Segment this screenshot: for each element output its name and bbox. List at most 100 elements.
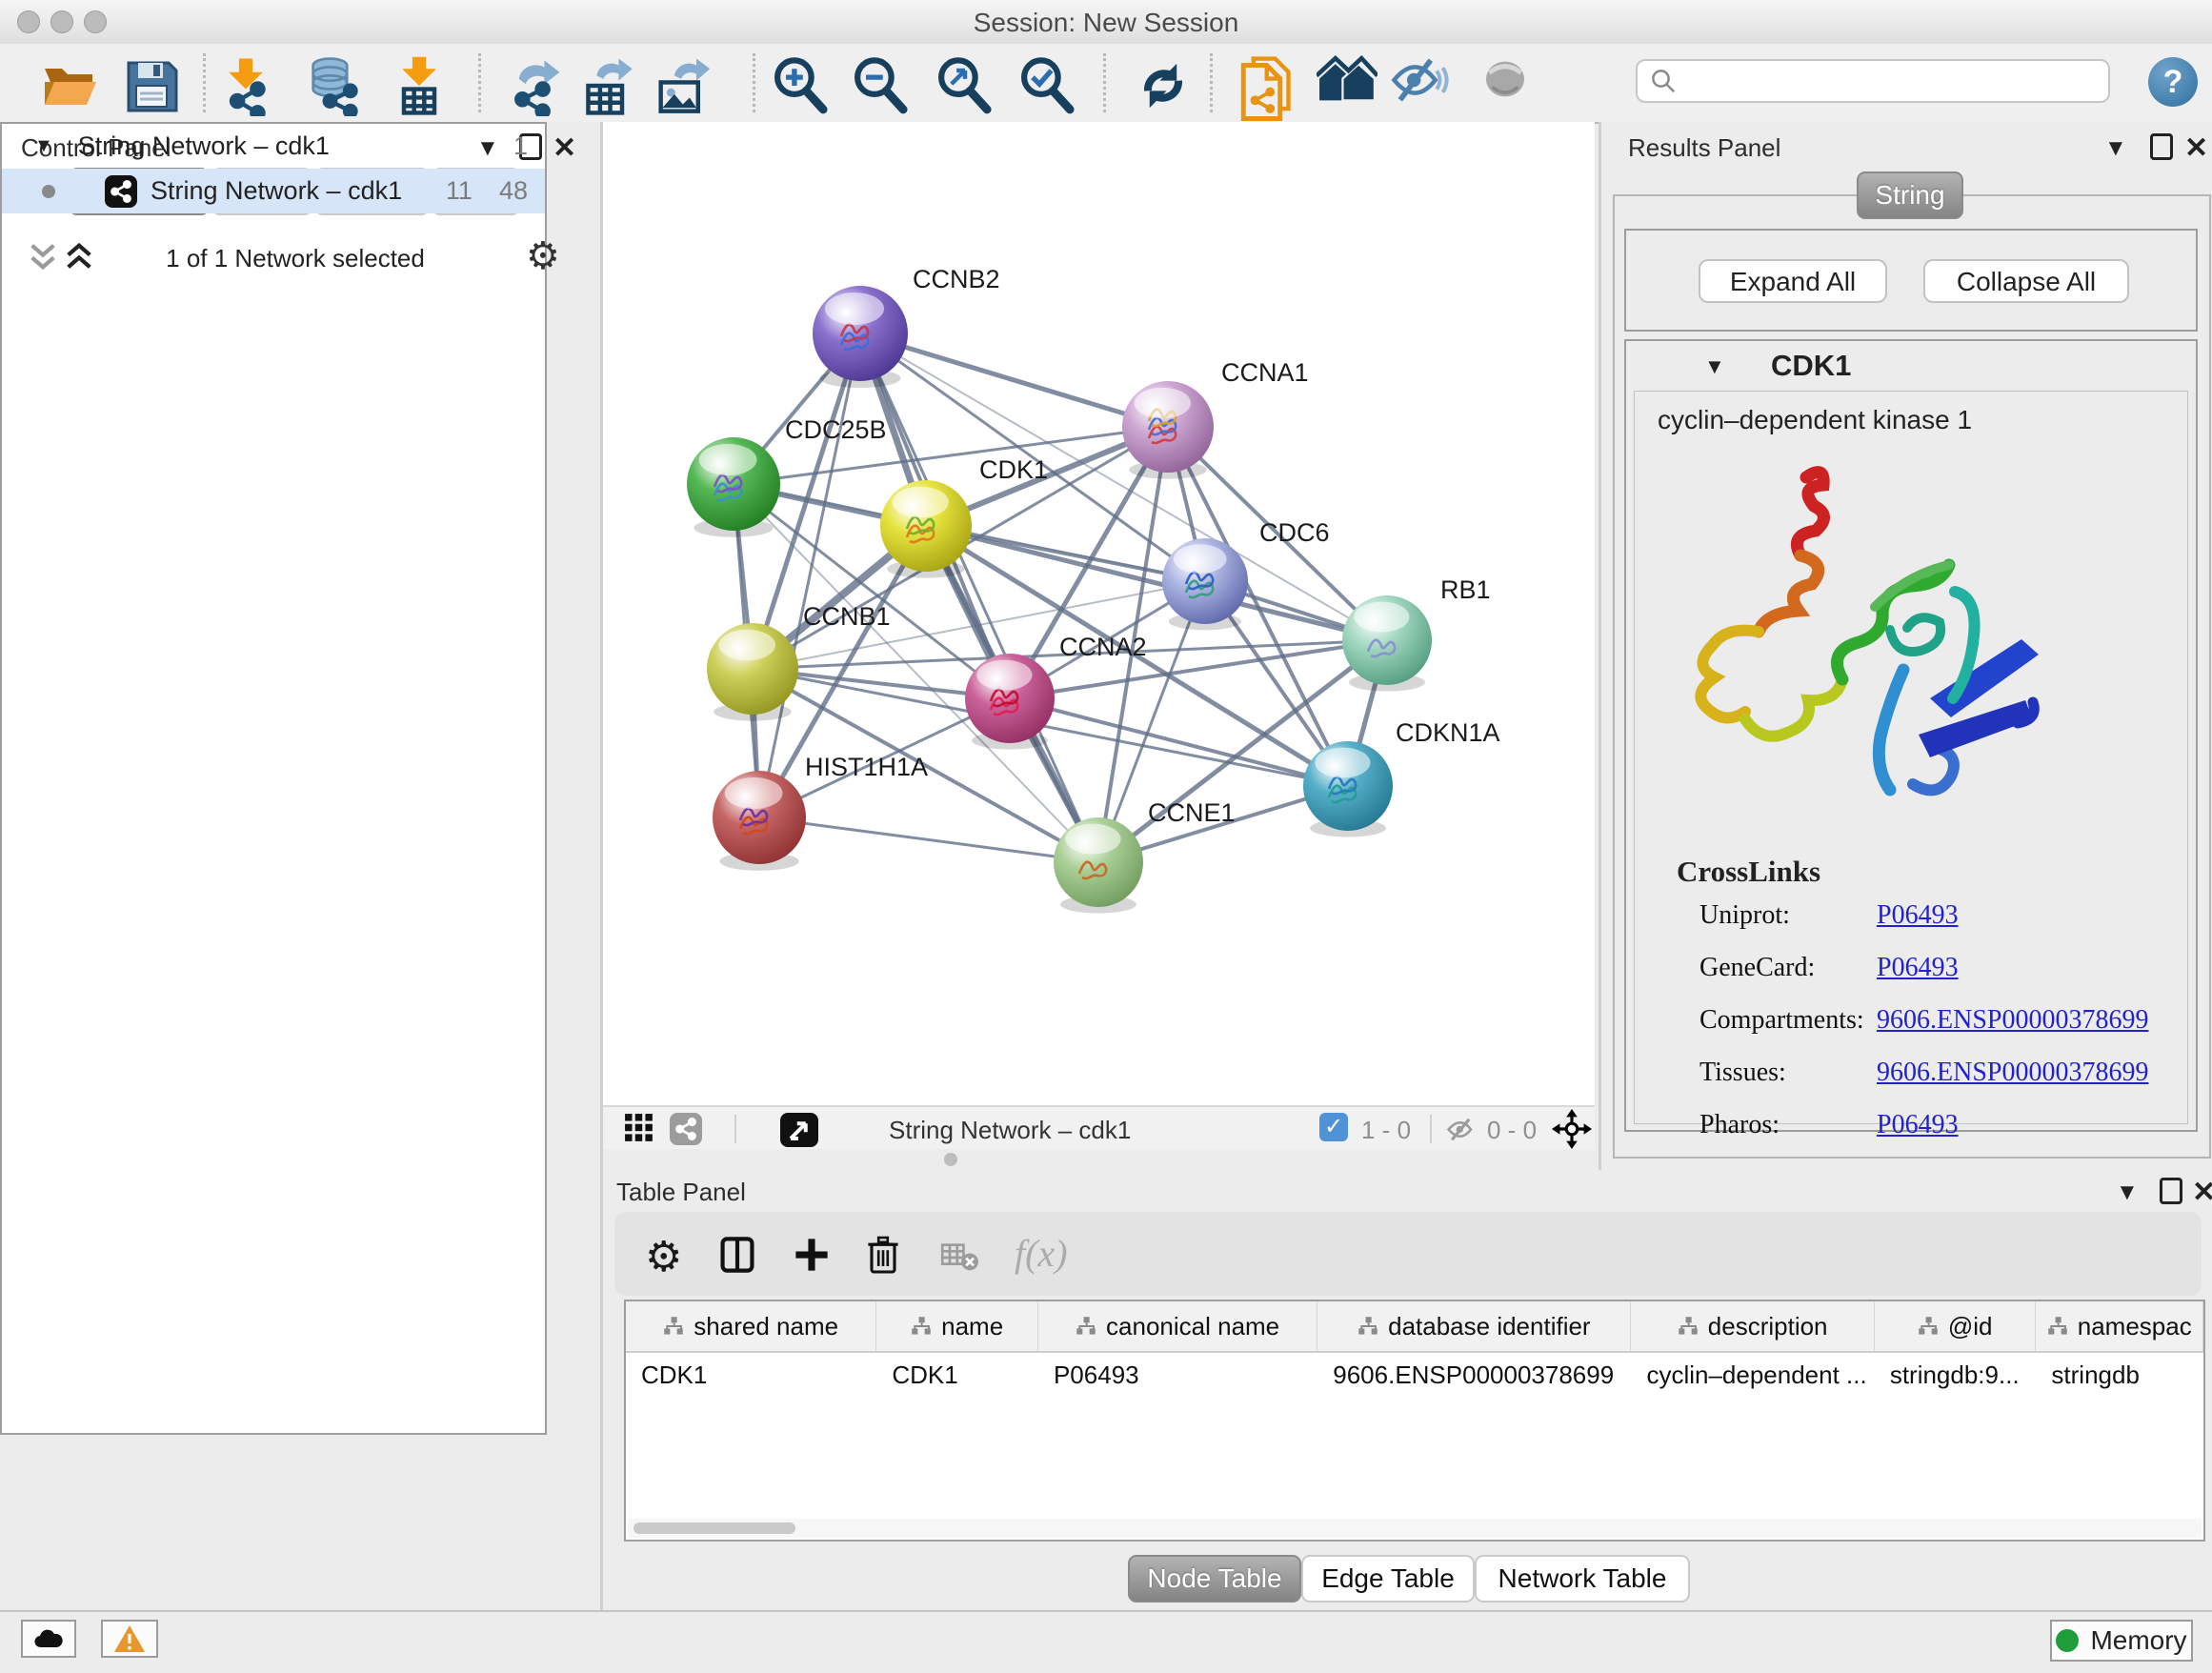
import-table-icon[interactable] <box>389 55 450 116</box>
collapse-section-icon[interactable]: ▼ <box>1704 354 1725 379</box>
memory-button[interactable]: Memory <box>2050 1620 2193 1662</box>
splitter-handle-icon[interactable] <box>944 1153 957 1166</box>
column-header-name[interactable]: name <box>876 1301 1038 1351</box>
show-columns-icon[interactable] <box>719 1237 755 1278</box>
export-table-icon[interactable] <box>576 55 637 116</box>
close-panel-icon[interactable]: ✕ <box>2184 131 2208 165</box>
string-network-graph[interactable]: CCNB2CCNA1CDC25BCDK1CDC6RB1CCNB1CCNA2CDK… <box>603 122 1595 1105</box>
crosslink-row: Compartments:9606.ENSP00000378699 <box>1699 1005 2176 1036</box>
float-panel-icon[interactable] <box>2160 1178 2182 1204</box>
table-cell[interactable]: stringdb <box>2036 1353 2203 1397</box>
create-column-plus-icon[interactable] <box>794 1237 830 1278</box>
toolbar-separator <box>753 53 755 112</box>
delete-table-icon[interactable] <box>940 1242 978 1278</box>
crosslink-link[interactable]: P06493 <box>1877 1110 1959 1140</box>
table-row[interactable]: CDK1CDK1P064939606.ENSP00000378699cyclin… <box>626 1353 2203 1397</box>
table-cell[interactable]: stringdb:9... <box>1875 1353 2037 1397</box>
open-session-icon[interactable] <box>39 55 100 116</box>
column-header-canonical-name[interactable]: canonical name <box>1038 1301 1317 1351</box>
table-cell[interactable]: 9606.ENSP00000378699 <box>1317 1353 1631 1397</box>
panel-menu-icon[interactable]: ▼ <box>2116 1179 2139 1206</box>
network-status-dot-icon <box>42 185 55 198</box>
tab-network-table[interactable]: Network Table <box>1475 1555 1690 1602</box>
toolbar-separator <box>1103 53 1106 112</box>
collapse-arrow-icon[interactable]: ▼ <box>34 135 53 157</box>
hidden-items-eye-icon[interactable] <box>1445 1117 1479 1147</box>
refresh-view-icon[interactable] <box>1133 55 1194 116</box>
window-title: Session: New Session <box>0 8 2212 38</box>
crosslink-link[interactable]: 9606.ENSP00000378699 <box>1877 1058 2148 1088</box>
show-all-icon[interactable] <box>1477 55 1538 116</box>
search-input[interactable] <box>1636 59 2110 103</box>
save-session-icon[interactable] <box>121 55 182 116</box>
node-label-CCNA2: CCNA2 <box>1059 633 1147 661</box>
table-settings-gear-icon[interactable]: ⚙ <box>645 1233 682 1281</box>
help-button[interactable]: ? <box>2148 57 2198 107</box>
collection-count: 1 <box>513 131 528 161</box>
column-header-namespac[interactable]: namespac <box>2036 1301 2203 1351</box>
column-header-description[interactable]: description <box>1631 1301 1874 1351</box>
selected-nodes-checkbox-icon[interactable]: ✓ <box>1319 1113 1348 1141</box>
toolbar-separator <box>478 53 481 112</box>
network-collection-row[interactable]: ▼ String Network – cdk1 1 <box>2 124 545 169</box>
table-cell[interactable]: cyclin–dependent ... <box>1631 1353 1874 1397</box>
horizontal-scrollbar[interactable] <box>628 1519 2202 1538</box>
delete-column-trash-icon[interactable] <box>866 1235 900 1280</box>
crosslinks-list: Uniprot:P06493GeneCard:P06493Compartment… <box>1699 900 2176 1162</box>
crosslink-link[interactable]: 9606.ENSP00000378699 <box>1877 1005 2148 1036</box>
table-cell[interactable]: CDK1 <box>626 1353 876 1397</box>
gene-description: cyclin–dependent kinase 1 <box>1658 405 1972 435</box>
float-panel-icon[interactable] <box>2150 133 2173 160</box>
export-image-icon[interactable] <box>651 55 712 116</box>
export-network-icon[interactable] <box>502 55 563 116</box>
expand-all-button[interactable]: Expand All <box>1699 259 1887 303</box>
change-species-icon[interactable] <box>1317 55 1377 116</box>
function-builder-icon[interactable]: f(x) <box>1015 1231 1068 1276</box>
collapse-all-button[interactable]: Collapse All <box>1923 259 2129 303</box>
network-view-canvas[interactable]: CCNB2CCNA1CDC25BCDK1CDC6RB1CCNB1CCNA2CDK… <box>603 122 1595 1105</box>
gear-icon[interactable]: ⚙ <box>526 234 560 278</box>
collapse-all-tree-icon[interactable] <box>63 240 95 277</box>
scrollbar-thumb[interactable] <box>633 1522 795 1534</box>
search-icon <box>1649 67 1678 95</box>
grid-view-icon[interactable] <box>624 1113 654 1148</box>
close-panel-icon[interactable]: ✕ <box>2192 1176 2212 1209</box>
birdseye-view-icon[interactable] <box>780 1113 818 1147</box>
network-label: String Network – cdk1 <box>151 176 402 206</box>
column-header-shared-name[interactable]: shared name <box>626 1301 876 1351</box>
zoom-selected-icon[interactable] <box>1017 55 1078 116</box>
table-cell[interactable]: P06493 <box>1038 1353 1317 1397</box>
node-table: shared namenamecanonical namedatabase id… <box>624 1300 2205 1542</box>
network-selection-status: 1 of 1 Network selected <box>124 244 467 273</box>
tab-edge-table[interactable]: Edge Table <box>1301 1555 1475 1602</box>
expand-all-tree-icon[interactable] <box>27 240 59 277</box>
network-view-title: String Network – cdk1 <box>889 1116 1131 1145</box>
selected-count: 1 - 0 <box>1361 1116 1411 1145</box>
import-network-database-icon[interactable] <box>303 55 364 116</box>
zoom-in-icon[interactable] <box>771 55 832 116</box>
close-panel-icon[interactable]: ✕ <box>553 131 576 165</box>
hide-selected-icon[interactable] <box>1388 55 1449 116</box>
tab-node-table[interactable]: Node Table <box>1128 1555 1301 1602</box>
import-network-icon[interactable] <box>215 55 276 116</box>
string-protein-query-icon[interactable] <box>1235 55 1296 116</box>
toolbar-separator <box>203 53 206 112</box>
zoom-out-icon[interactable] <box>851 55 912 116</box>
pan-crosshair-icon[interactable] <box>1552 1109 1592 1154</box>
zoom-fit-icon[interactable] <box>935 55 995 116</box>
network-view-mode-icon[interactable] <box>670 1113 702 1145</box>
panel-menu-icon[interactable]: ▼ <box>2104 135 2127 162</box>
table-cell[interactable]: CDK1 <box>876 1353 1038 1397</box>
crosslink-label: Compartments: <box>1699 1005 1877 1036</box>
warnings-button[interactable] <box>101 1620 158 1658</box>
network-row[interactable]: String Network – cdk1 11 48 <box>2 169 545 213</box>
crosslink-link[interactable]: P06493 <box>1877 900 1959 931</box>
cloud-status-button[interactable] <box>21 1620 76 1658</box>
column-header--id[interactable]: @id <box>1875 1301 2037 1351</box>
crosslink-link[interactable]: P06493 <box>1877 953 1959 983</box>
node-label-CDC25B: CDC25B <box>785 415 887 444</box>
column-header-database-identifier[interactable]: database identifier <box>1317 1301 1631 1351</box>
main-toolbar: ? <box>0 44 2212 124</box>
tab-string[interactable]: String <box>1857 171 1963 219</box>
crosslinks-title: CrossLinks <box>1677 855 1820 889</box>
